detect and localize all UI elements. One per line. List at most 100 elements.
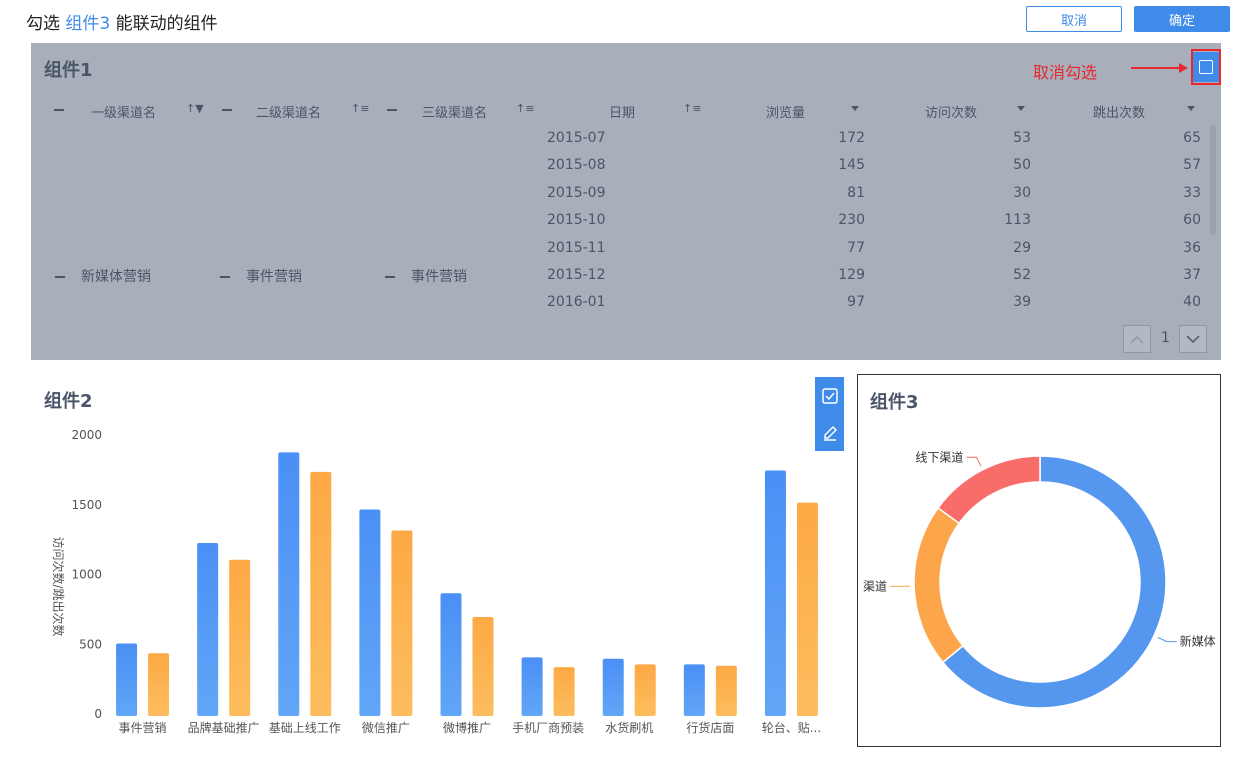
bar-series-2[interactable] xyxy=(391,530,413,716)
page-down-button[interactable] xyxy=(1179,325,1207,353)
dropdown-caret-icon[interactable] xyxy=(1017,106,1025,111)
donut-slice[interactable] xyxy=(913,506,965,664)
bar-series-1[interactable] xyxy=(197,543,219,716)
widget1-table-panel: 组件1 取消勾选 一级渠道名 ↑▼ 二级渠道名 ↑≡ 三级渠道名 ↑≡ 日期 ↑… xyxy=(31,43,1221,360)
y-tick-label: 500 xyxy=(79,637,102,651)
collapse-icon[interactable] xyxy=(54,109,64,111)
widget3-donut-panel: 组件3 新媒体 渠道 线下渠道 xyxy=(857,374,1221,747)
table-cell-date: 2015-12 xyxy=(547,267,606,283)
table-cell-visits: 113 xyxy=(1004,212,1031,229)
slice-leader-line xyxy=(966,456,982,467)
bar-series-1[interactable] xyxy=(521,657,543,716)
page-up-button[interactable] xyxy=(1123,325,1151,353)
table-cell-date: 2015-09 xyxy=(547,184,606,201)
bar-series-2[interactable] xyxy=(310,471,332,716)
group-level2: 事件营销 xyxy=(246,269,302,285)
table-row: 2015-08 145 50 57 xyxy=(31,151,1221,178)
donut-slice[interactable] xyxy=(937,455,1041,525)
cancel-button[interactable]: 取消 xyxy=(1026,6,1122,32)
table-cell-views: 129 xyxy=(838,267,865,283)
bar-series-2[interactable] xyxy=(634,664,656,716)
bar-series-1[interactable] xyxy=(683,664,705,716)
table-cell-date: 2016-01 xyxy=(547,294,606,311)
widget2-title: 组件2 xyxy=(44,391,93,412)
column-header[interactable]: 跳出次数 xyxy=(1093,102,1145,121)
bar-chart: 0 500 1000 1500 2000 访问次数/跳出次数事件营销 品牌基础推广 基础上线工… xyxy=(51,428,821,735)
slice-label: 新媒体 xyxy=(1180,634,1216,649)
chevron-down-icon xyxy=(1186,335,1200,344)
collapse-icon[interactable] xyxy=(222,109,232,111)
table-cell-views: 81 xyxy=(847,184,865,201)
x-tick-label: 轮台、贴... xyxy=(762,720,821,735)
collapse-icon[interactable] xyxy=(387,109,397,111)
y-axis-label: 访问次数/跳出次数 xyxy=(51,536,66,636)
table-row: 2016-01 97 39 40 xyxy=(31,288,1221,315)
x-tick-label: 微博推广 xyxy=(443,720,491,735)
bar-series-1[interactable] xyxy=(440,593,462,716)
dropdown-caret-icon[interactable] xyxy=(1187,106,1195,111)
bar-series-1[interactable] xyxy=(278,452,300,716)
link-check-button[interactable] xyxy=(815,377,844,414)
page-number: 1 xyxy=(1161,330,1170,346)
x-tick-label: 手机厂商预装 xyxy=(512,720,584,735)
table-cell-views: 97 xyxy=(847,294,865,311)
table-cell-views: 230 xyxy=(838,212,865,229)
bar-series-2[interactable] xyxy=(553,667,575,716)
confirm-button[interactable]: 确定 xyxy=(1134,6,1230,32)
widget1-link-checkbox[interactable] xyxy=(1191,49,1221,85)
x-tick-label: 水货刷机 xyxy=(605,720,653,735)
column-header[interactable]: 浏览量 xyxy=(766,102,805,121)
sort-icon[interactable]: ↑≡ xyxy=(516,102,534,115)
page-title: 勾选 组件3 能联动的组件 xyxy=(26,9,218,34)
table-cell-bounces: 57 xyxy=(1183,157,1201,174)
table-cell-visits: 52 xyxy=(1013,267,1031,283)
sort-icon[interactable]: ↑≡ xyxy=(683,102,701,115)
bar-series-1[interactable] xyxy=(359,509,381,716)
x-tick-label: 品牌基础推广 xyxy=(188,721,260,735)
table-row: 2015-12 129 52 37 xyxy=(31,261,1221,288)
column-header[interactable]: 一级渠道名 xyxy=(91,102,156,121)
bar-series-1[interactable] xyxy=(602,658,624,716)
x-tick-label: 基础上线工作 xyxy=(269,721,341,735)
collapse-icon[interactable] xyxy=(385,276,395,278)
bar-series-1[interactable] xyxy=(116,643,138,716)
table-cell-visits: 53 xyxy=(1013,130,1031,146)
table-row: 2015-11 77 29 36 xyxy=(31,234,1221,261)
table-header: 一级渠道名 ↑▼ 二级渠道名 ↑≡ 三级渠道名 ↑≡ 日期 ↑≡ 浏览量 访问次… xyxy=(44,98,1212,122)
column-header[interactable]: 三级渠道名 xyxy=(422,102,487,121)
bar-series-2[interactable] xyxy=(472,616,494,716)
sort-icon[interactable]: ↑▼ xyxy=(186,102,204,115)
column-header[interactable]: 二级渠道名 xyxy=(256,102,321,121)
sort-icon[interactable]: ↑≡ xyxy=(351,102,369,115)
y-tick-label: 2000 xyxy=(71,428,102,442)
table-scrollbar[interactable] xyxy=(1210,125,1216,235)
table-cell-bounces: 65 xyxy=(1183,130,1201,146)
bar-series-2[interactable] xyxy=(715,665,737,716)
bar-series-2[interactable] xyxy=(229,559,251,716)
group-level1: 新媒体营销 xyxy=(81,269,151,285)
table-row: 2015-09 81 30 33 xyxy=(31,179,1221,206)
y-tick-label: 1000 xyxy=(71,568,102,582)
title-prefix: 勾选 xyxy=(26,14,66,34)
table-cell-bounces: 40 xyxy=(1183,294,1201,311)
collapse-icon[interactable] xyxy=(220,276,230,278)
slice-leader-line xyxy=(1157,636,1177,643)
arrow-right-icon xyxy=(1131,63,1188,73)
y-tick-label: 1500 xyxy=(71,498,102,512)
widget1-title: 组件1 xyxy=(44,60,93,81)
bar-series-1[interactable] xyxy=(764,470,786,716)
x-tick-label: 微信推广 xyxy=(362,721,410,735)
bar-series-2[interactable] xyxy=(796,502,818,716)
bar-series-2[interactable] xyxy=(148,653,170,716)
dropdown-caret-icon[interactable] xyxy=(851,106,859,111)
top-bar: 勾选 组件3 能联动的组件 取消 确定 xyxy=(0,0,1241,40)
table-cell-visits: 30 xyxy=(1013,184,1031,201)
column-header[interactable]: 日期 xyxy=(609,102,635,121)
collapse-icon[interactable] xyxy=(55,276,65,278)
title-highlight: 组件3 xyxy=(65,14,111,34)
table-cell-date: 2015-08 xyxy=(547,157,606,174)
column-header[interactable]: 访问次数 xyxy=(925,102,977,121)
title-suffix: 能联动的组件 xyxy=(110,14,218,34)
x-tick-label: 事件营销 xyxy=(119,721,167,735)
donut-chart: 新媒体 渠道 线下渠道 xyxy=(863,450,1216,709)
